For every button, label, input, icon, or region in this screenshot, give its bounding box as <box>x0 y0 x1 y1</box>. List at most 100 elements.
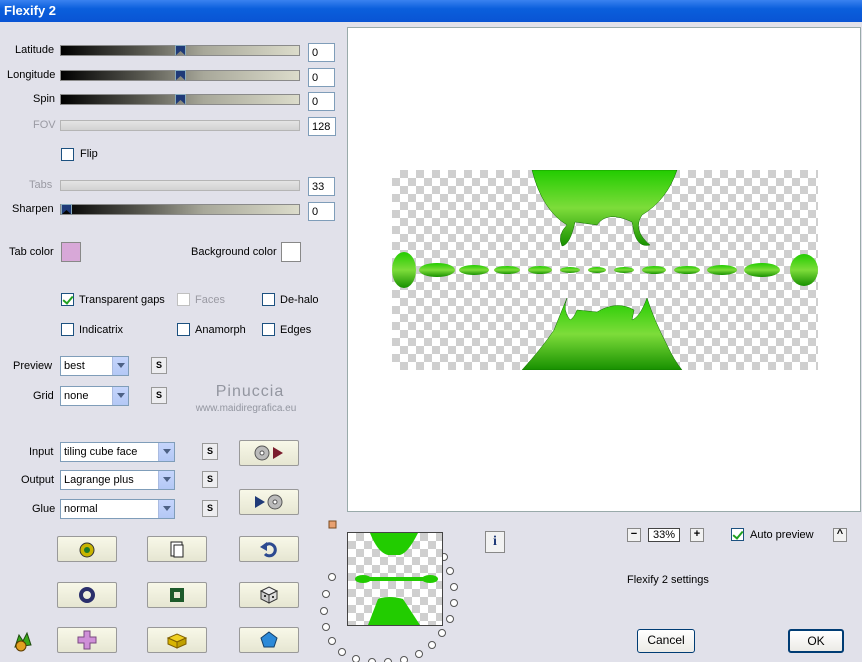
slider-thumb[interactable] <box>61 204 72 215</box>
slider-thumb[interactable] <box>175 94 186 105</box>
cross-icon <box>77 630 97 650</box>
grid-s-button[interactable]: S <box>151 387 167 404</box>
latitude-value[interactable]: 0 <box>308 43 335 62</box>
pentagon-icon <box>260 631 278 648</box>
latitude-slider[interactable] <box>60 45 300 56</box>
play-disc-icon <box>255 494 283 510</box>
settings-text: Flexify 2 settings <box>627 574 709 586</box>
chevron-down-icon <box>158 443 174 461</box>
preview-select[interactable]: best <box>60 356 129 376</box>
tabs-slider <box>60 180 300 191</box>
transparent-gaps-label: Transparent gaps <box>79 294 165 306</box>
input-select[interactable]: tiling cube face <box>60 442 175 462</box>
window-title: Flexify 2 <box>4 3 57 18</box>
flip-label: Flip <box>80 148 98 160</box>
tabs-value[interactable]: 33 <box>308 177 335 196</box>
dice-button[interactable] <box>239 582 299 608</box>
preview-canvas[interactable] <box>347 27 861 512</box>
copy-button[interactable] <box>147 536 207 562</box>
input-play-button[interactable] <box>239 440 299 466</box>
frame-button[interactable] <box>147 582 207 608</box>
ring-icon <box>79 587 95 603</box>
glue-select-value: normal <box>64 503 98 515</box>
slider-thumb[interactable] <box>175 45 186 56</box>
circle-button[interactable] <box>57 582 117 608</box>
collapse-up-button[interactable]: ^ <box>833 528 847 542</box>
anamorph-checkbox[interactable] <box>177 323 190 336</box>
auto-preview-label: Auto preview <box>750 529 814 541</box>
chevron-down-icon <box>112 357 128 375</box>
gear-bomb-icon <box>79 542 95 558</box>
glue-s-button[interactable]: S <box>202 500 218 517</box>
output-play-button[interactable] <box>239 489 299 515</box>
ok-button[interactable]: OK <box>788 629 844 653</box>
watermark-name: Pinuccia <box>215 383 285 400</box>
fov-slider <box>60 120 300 131</box>
output-label: Output <box>21 474 55 486</box>
randomize-button[interactable] <box>57 536 117 562</box>
glue-select[interactable]: normal <box>60 499 175 519</box>
indicatrix-label: Indicatrix <box>79 324 124 336</box>
grid-label: Grid <box>33 390 54 402</box>
longitude-slider[interactable] <box>60 70 300 81</box>
background-color-label: Background color <box>191 246 277 258</box>
fov-label: FOV <box>33 119 56 131</box>
edges-label: Edges <box>280 324 312 336</box>
tabs-label: Tabs <box>29 179 53 191</box>
faces-checkbox <box>177 293 190 306</box>
cross-button[interactable] <box>57 627 117 653</box>
disc-play-icon <box>254 445 283 461</box>
block-icon <box>166 633 188 649</box>
info-button[interactable]: i <box>485 531 505 553</box>
title-bar: Flexify 2 <box>0 0 862 22</box>
grid-select[interactable]: none <box>60 386 129 406</box>
dice-icon <box>259 586 279 604</box>
edges-checkbox[interactable] <box>262 323 275 336</box>
cancel-button[interactable]: Cancel <box>637 629 695 653</box>
anamorph-label: Anamorph <box>195 324 246 336</box>
de-halo-label: De-halo <box>280 294 319 306</box>
thumbnail-preview[interactable] <box>347 532 443 626</box>
preview-s-button[interactable]: S <box>151 357 167 374</box>
flexify-logo-icon <box>10 627 36 656</box>
slider-thumb[interactable] <box>175 70 186 81</box>
de-halo-checkbox[interactable] <box>262 293 275 306</box>
undo-button[interactable] <box>239 536 299 562</box>
square-frame-icon <box>170 588 184 602</box>
longitude-label: Longitude <box>7 69 56 81</box>
spin-label: Spin <box>33 93 56 105</box>
flip-checkbox[interactable] <box>61 148 74 161</box>
longitude-value[interactable]: 0 <box>308 68 335 87</box>
copy-icon <box>170 541 184 558</box>
preview-image <box>392 170 818 370</box>
grid-select-value: none <box>64 390 89 402</box>
output-select-value: Lagrange plus <box>64 474 134 486</box>
auto-preview-checkbox[interactable] <box>731 528 744 541</box>
lego-button[interactable] <box>147 627 207 653</box>
input-s-button[interactable]: S <box>202 443 218 460</box>
spin-value[interactable]: 0 <box>308 92 335 111</box>
zoom-in-button[interactable]: + <box>690 528 704 542</box>
undo-icon <box>260 542 277 558</box>
zoom-value: 33% <box>648 528 680 542</box>
latitude-label: Latitude <box>15 44 55 56</box>
watermark-site: www.maidiregrafica.eu <box>195 403 297 414</box>
output-select[interactable]: Lagrange plus <box>60 470 175 490</box>
pentagon-button[interactable] <box>239 627 299 653</box>
tab-color-swatch[interactable] <box>61 242 81 262</box>
output-s-button[interactable]: S <box>202 471 218 488</box>
chevron-down-icon <box>158 500 174 518</box>
sharpen-value[interactable]: 0 <box>308 202 335 221</box>
input-label: Input <box>29 446 54 458</box>
sharpen-slider[interactable] <box>60 204 300 215</box>
glue-label: Glue <box>32 503 56 515</box>
background-color-swatch[interactable] <box>281 242 301 262</box>
fov-value[interactable]: 128 <box>308 117 336 136</box>
indicatrix-checkbox[interactable] <box>61 323 74 336</box>
transparent-gaps-checkbox[interactable] <box>61 293 74 306</box>
preview-select-value: best <box>64 360 85 372</box>
preview-label: Preview <box>13 360 53 372</box>
zoom-out-button[interactable]: − <box>627 528 641 542</box>
spin-slider[interactable] <box>60 94 300 105</box>
sharpen-label: Sharpen <box>12 203 54 215</box>
